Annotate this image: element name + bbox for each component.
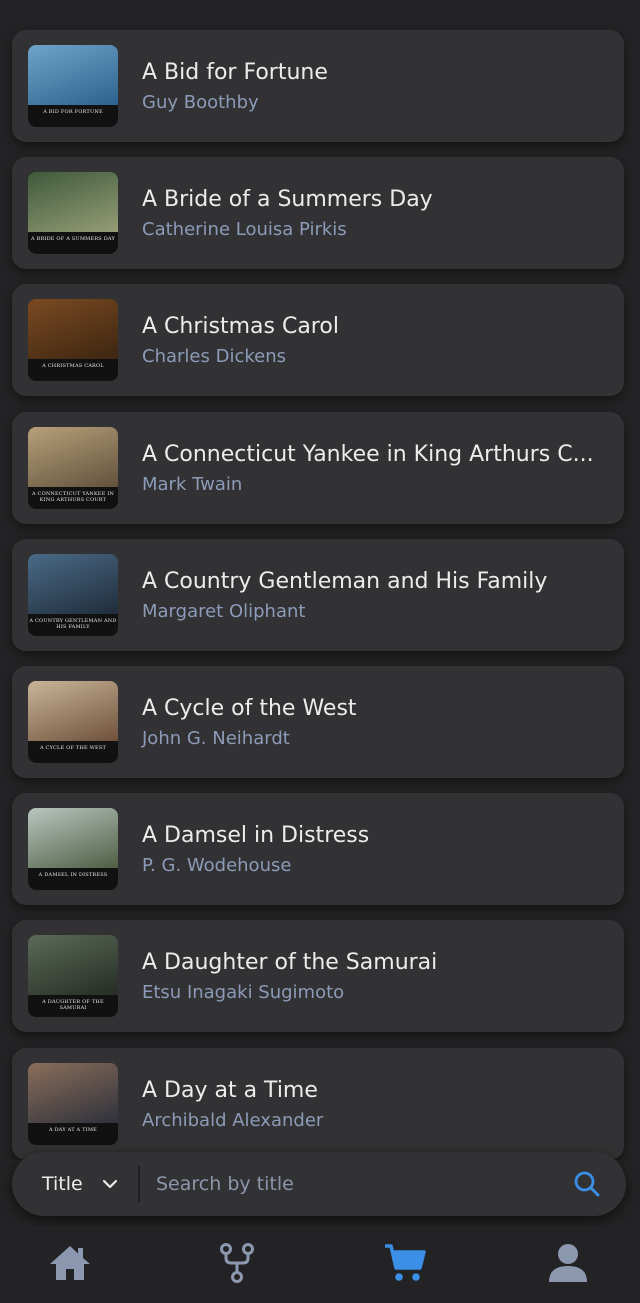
nav-fork[interactable] (214, 1240, 260, 1286)
book-title: A Bid for Fortune (142, 60, 328, 85)
book-author: John G. Neihardt (142, 728, 290, 749)
nav-profile[interactable] (545, 1240, 591, 1286)
book-cover-image: A Connecticut Yankee in King Arthurs Cou… (28, 426, 118, 509)
book-cover-image: A Country Gentleman and His Family (28, 553, 118, 636)
book-list-item[interactable]: A Daughter of the Samurai A Daughter of t… (12, 920, 624, 1033)
book-list-item[interactable]: A Day at a Time A Day at a Time Archibald … (12, 1047, 624, 1160)
cover-caption: A Daughter of the Samurai (28, 995, 118, 1018)
nav-cart[interactable] (382, 1240, 428, 1286)
book-author: P. G. Wodehouse (142, 855, 292, 877)
book-author: Mark Twain (142, 473, 243, 495)
book-title: A Bride of a Summers Day (142, 187, 433, 213)
book-author: Etsu Inagaki Sugimoto (142, 982, 345, 1004)
cover-caption: A Bride of a Summers Day (28, 232, 118, 255)
cover-caption: A Bid for Fortune (28, 105, 118, 127)
book-title: A Cycle of the West (142, 696, 357, 721)
cover-caption: A Country Gentleman and His Family (28, 613, 118, 636)
book-cover-image: A Day at a Time (28, 1062, 118, 1145)
book-title: A Daughter of the Samurai (142, 950, 438, 976)
nav-home[interactable] (47, 1240, 93, 1286)
book-title: A Day at a Time (142, 1077, 318, 1103)
cover-caption: A Damsel in Distress (28, 868, 118, 891)
book-list-item[interactable]: A Country Gentleman and His Family A Coun… (12, 538, 624, 651)
bottom-navigation (0, 1226, 640, 1303)
book-cover-image: A Bride of a Summers Day (28, 172, 118, 255)
profile-icon (549, 1244, 587, 1282)
book-list-item[interactable]: A Christmas Carol A Christmas Carol Charle… (12, 284, 624, 397)
book-title: A Christmas Carol (142, 314, 339, 340)
book-cover-image: A Damsel in Distress (28, 808, 118, 891)
chevron-down-icon[interactable] (100, 1174, 120, 1194)
book-cover-image: A Bid for Fortune (28, 45, 118, 127)
book-cover-image: A Christmas Carol (28, 299, 118, 382)
search-icon[interactable] (572, 1169, 602, 1199)
search-input[interactable] (152, 1164, 560, 1204)
book-list: A Bid for Fortune A Bid for Fortune Guy Bo… (0, 0, 640, 1160)
search-bar: Title (12, 1152, 626, 1216)
book-list-item[interactable]: A Bid for Fortune A Bid for Fortune Guy Bo… (12, 30, 624, 142)
book-author: Margaret Oliphant (142, 600, 306, 622)
search-divider (138, 1166, 140, 1202)
book-author: Guy Boothby (142, 92, 259, 113)
book-list-item[interactable]: A Cycle of the West A Cycle of the West Jo… (12, 666, 624, 778)
book-cover-image: A Cycle of the West (28, 681, 118, 763)
cover-caption: A Connecticut Yankee in King Arthurs Cou… (28, 486, 118, 509)
book-author: Archibald Alexander (142, 1109, 324, 1131)
cover-caption: A Day at a Time (28, 1122, 118, 1145)
cover-caption: A Cycle of the West (28, 741, 118, 763)
book-author: Charles Dickens (142, 346, 286, 368)
fork-icon (220, 1243, 254, 1283)
cover-caption: A Christmas Carol (28, 359, 118, 382)
book-title: A Connecticut Yankee in King Arthurs C..… (142, 441, 594, 467)
cart-icon (385, 1244, 426, 1281)
book-author: Catherine Louisa Pirkis (142, 219, 347, 241)
book-title: A Damsel in Distress (142, 823, 370, 849)
book-list-item[interactable]: A Connecticut Yankee in King Arthurs Cou… (12, 411, 624, 524)
search-field-selector[interactable]: Title (42, 1171, 83, 1197)
book-list-item[interactable]: A Damsel in Distress A Damsel in Distress… (12, 793, 624, 906)
home-icon (50, 1246, 90, 1280)
book-cover-image: A Daughter of the Samurai (28, 935, 118, 1018)
book-title: A Country Gentleman and His Family (142, 568, 548, 594)
book-list-item[interactable]: A Bride of a Summers Day A Bride of a Sum… (12, 157, 624, 270)
